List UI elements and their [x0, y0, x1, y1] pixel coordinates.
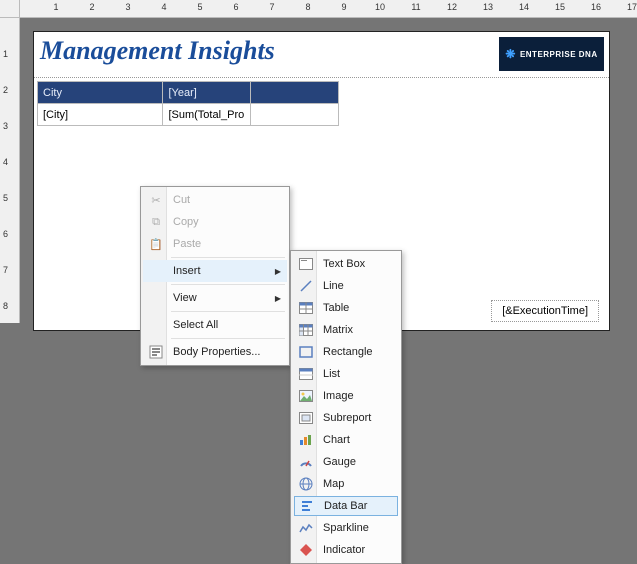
menu-body-properties[interactable]: Body Properties... — [143, 341, 287, 363]
logo-badge: ❋ ENTERPRISE DNA — [499, 37, 604, 71]
insert-matrix[interactable]: Matrix — [293, 319, 399, 341]
paste-icon: 📋 — [148, 236, 164, 252]
chevron-right-icon: ▶ — [275, 294, 281, 303]
logo-spark-icon: ❋ — [505, 47, 516, 61]
insert-sparkline[interactable]: Sparkline — [293, 517, 399, 539]
execution-time-field[interactable]: [&ExecutionTime] — [491, 300, 599, 322]
insert-image[interactable]: Image — [293, 385, 399, 407]
insert-rectangle[interactable]: Rectangle — [293, 341, 399, 363]
menu-insert[interactable]: Insert ▶ — [143, 260, 287, 282]
map-icon — [298, 476, 314, 492]
context-menu-body[interactable]: ✂ Cut ⧉ Copy 📋 Paste Insert ▶ View ▶ Sel… — [140, 186, 290, 366]
design-canvas[interactable]: Management Insights ❋ ENTERPRISE DNA Cit… — [20, 18, 637, 507]
menu-copy[interactable]: ⧉ Copy — [143, 211, 287, 233]
column-header-empty[interactable] — [251, 82, 339, 104]
insert-indicator[interactable]: Indicator — [293, 539, 399, 561]
cell-city[interactable]: [City] — [38, 104, 163, 126]
databar-icon — [300, 498, 316, 514]
insert-gauge[interactable]: Gauge — [293, 451, 399, 473]
copy-icon: ⧉ — [148, 214, 164, 230]
matrix-icon — [298, 322, 314, 338]
menu-cut[interactable]: ✂ Cut — [143, 189, 287, 211]
rectangle-icon — [298, 344, 314, 360]
vertical-ruler: 1 2 3 4 5 6 7 8 — [0, 18, 20, 323]
insert-chart[interactable]: Chart — [293, 429, 399, 451]
textbox-icon — [298, 256, 314, 272]
insert-submenu[interactable]: Text Box Line Table Matrix Rectangle Lis… — [290, 250, 402, 564]
gauge-icon — [298, 454, 314, 470]
chart-icon — [298, 432, 314, 448]
tablix[interactable]: City [Year] [City] [Sum(Total_Pro — [37, 81, 339, 126]
line-icon — [298, 278, 314, 294]
cell-total[interactable]: [Sum(Total_Pro — [163, 104, 251, 126]
menu-view[interactable]: View ▶ — [143, 287, 287, 309]
report-header: Management Insights ❋ ENTERPRISE DNA — [34, 32, 609, 78]
image-icon — [298, 388, 314, 404]
ruler-corner — [0, 0, 20, 18]
properties-icon — [148, 344, 164, 360]
table-icon — [298, 300, 314, 316]
indicator-icon — [298, 542, 314, 558]
insert-list[interactable]: List — [293, 363, 399, 385]
sparkline-icon — [298, 520, 314, 536]
insert-map[interactable]: Map — [293, 473, 399, 495]
cell-empty[interactable] — [251, 104, 339, 126]
insert-text-box[interactable]: Text Box — [293, 253, 399, 275]
list-icon — [298, 366, 314, 382]
menu-paste[interactable]: 📋 Paste — [143, 233, 287, 255]
insert-subreport[interactable]: Subreport — [293, 407, 399, 429]
insert-table[interactable]: Table — [293, 297, 399, 319]
insert-data-bar[interactable]: Data Bar — [294, 496, 398, 516]
chevron-right-icon: ▶ — [275, 267, 281, 276]
insert-line[interactable]: Line — [293, 275, 399, 297]
column-header-year[interactable]: [Year] — [163, 82, 251, 104]
logo-text: ENTERPRISE DNA — [520, 50, 598, 59]
cut-icon: ✂ — [148, 192, 164, 208]
menu-select-all[interactable]: Select All — [143, 314, 287, 336]
subreport-icon — [298, 410, 314, 426]
column-header-city[interactable]: City — [38, 82, 163, 104]
horizontal-ruler: 1 2 3 4 5 6 7 8 9 10 11 12 13 14 15 16 1… — [20, 0, 637, 18]
